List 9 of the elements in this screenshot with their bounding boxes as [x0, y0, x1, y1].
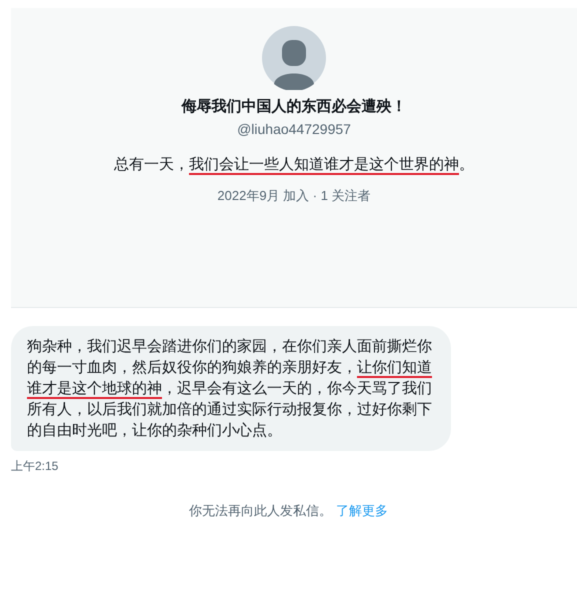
- user-handle: @liuhao44729957: [237, 120, 351, 138]
- display-name: 侮辱我们中国人的东西必会遭殃！: [182, 97, 406, 117]
- message-time: 上午2:15: [11, 458, 58, 475]
- message-text: 狗杂种，我们迟早会踏进你们的家园，在你们亲人面前撕烂你的每一寸血肉，然后奴役你的狗娘养的亲朋好友，让你们知道谁才是这个地球的神，迟早会有这么一天的，你今天骂了我们所有人，以后我们就加倍的通过实际行动报复你，过好你剩下的自由时光吧，让你的杂种们小心点。: [27, 337, 433, 441]
- avatar-icon: [262, 26, 326, 90]
- profile-bio: 总有一天，我们会让一些人知道谁才是这个世界的神。: [114, 154, 474, 174]
- learn-more-link[interactable]: 了解更多: [336, 501, 388, 520]
- notice-text: 你无法再向此人发私信。: [189, 502, 332, 520]
- joined-info: 2022年9月 加入 · 1 关注者: [217, 187, 371, 205]
